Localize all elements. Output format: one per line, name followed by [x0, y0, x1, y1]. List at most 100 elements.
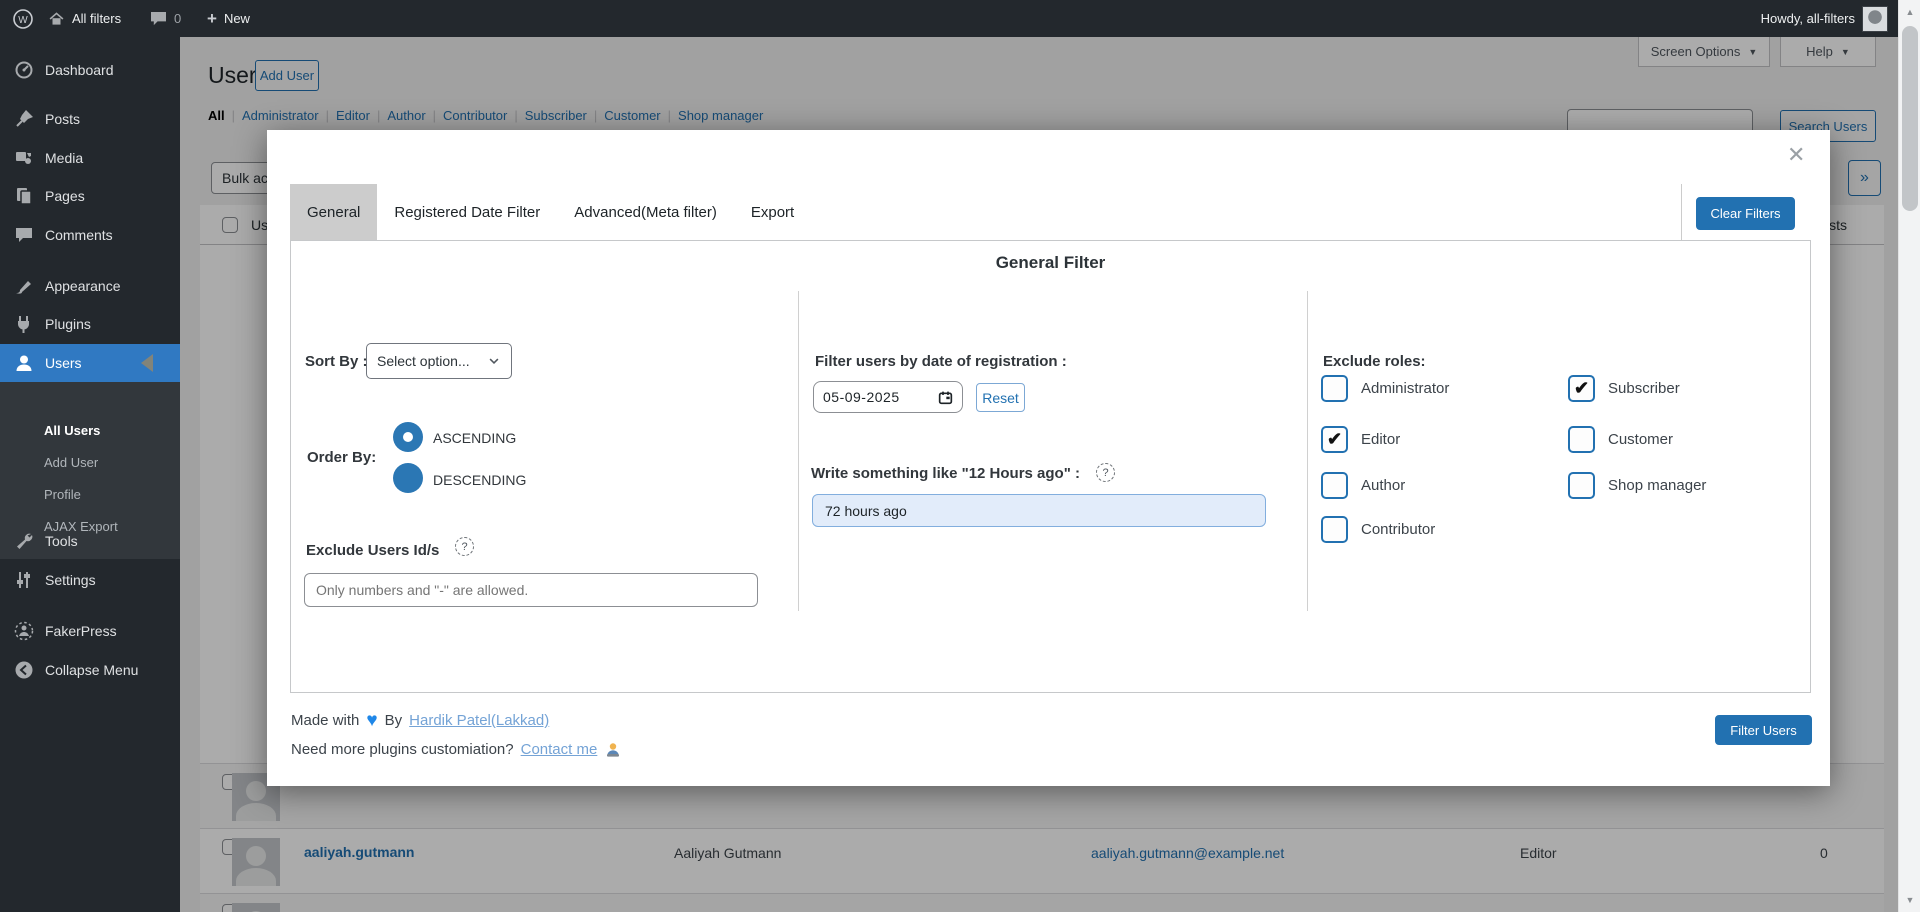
tab-registered-date-filter[interactable]: Registered Date Filter: [377, 184, 557, 240]
need-more-text: Need more plugins customiation?: [291, 741, 514, 758]
sidebar-item-label: Settings: [45, 572, 96, 588]
comment-bubble-icon: [150, 11, 167, 26]
sidebar-item-tools[interactable]: Tools: [0, 522, 180, 560]
svg-text:W: W: [18, 15, 28, 26]
help-question-icon[interactable]: ?: [1096, 463, 1115, 482]
date-value: 05-09-2025: [823, 389, 930, 405]
reset-date-button[interactable]: Reset: [976, 383, 1025, 412]
submenu-label: Add User: [44, 455, 98, 470]
date-filter-label: Filter users by date of registration :: [815, 353, 1067, 370]
sidebar-item-label: Plugins: [45, 316, 91, 332]
tabbar-divider: [1681, 184, 1682, 240]
pin-icon: [14, 109, 34, 129]
sidebar-item-appearance[interactable]: Appearance: [0, 267, 180, 305]
sidebar-item-fakerpress[interactable]: FakerPress: [0, 612, 180, 650]
close-icon[interactable]: ✕: [1787, 144, 1805, 166]
role-checkbox-label: Administrator: [1361, 380, 1449, 397]
new-label: New: [224, 11, 250, 26]
calendar-icon: [938, 390, 953, 405]
role-checkbox-customer[interactable]: [1568, 426, 1595, 453]
technologist-icon: [604, 742, 622, 758]
my-account[interactable]: Howdy, all-filters: [1761, 0, 1888, 37]
filter-users-modal: ✕ General Registered Date Filter Advance…: [267, 130, 1830, 786]
filter-users-button[interactable]: Filter Users: [1715, 715, 1812, 745]
heart-icon: ♥: [366, 711, 377, 730]
screen: Screen Options▼ Help▼ Users Add User All…: [0, 0, 1920, 912]
scrollbar[interactable]: ▲ ▼: [1898, 0, 1920, 912]
role-checkbox-shop-manager[interactable]: [1568, 472, 1595, 499]
role-checkbox-label: Contributor: [1361, 521, 1435, 538]
fakerpress-icon: [14, 621, 34, 641]
sidebar-item-comments[interactable]: Comments: [0, 216, 180, 254]
collapse-arrow-icon: [14, 660, 34, 680]
tab-advanced-meta-filter[interactable]: Advanced(Meta filter): [557, 184, 734, 240]
help-question-icon[interactable]: ?: [455, 537, 474, 556]
sidebar-item-profile[interactable]: Profile: [44, 482, 81, 506]
home-icon: [48, 11, 65, 27]
column-divider: [1307, 291, 1308, 611]
descending-label: DESCENDING: [433, 472, 526, 488]
sidebar-item-label: Posts: [45, 111, 80, 127]
modal-footer-contact: Need more plugins customiation? Contact …: [291, 741, 622, 758]
sidebar-item-label: Comments: [45, 227, 113, 243]
ascending-radio[interactable]: [393, 422, 423, 452]
sort-by-select[interactable]: Select option...: [366, 343, 512, 379]
role-checkbox-contributor[interactable]: [1321, 516, 1348, 543]
sort-by-value: Select option...: [377, 353, 479, 369]
sidebar-item-label: Tools: [45, 533, 78, 549]
role-checkbox-label: Subscriber: [1608, 380, 1680, 397]
site-name-link[interactable]: All filters: [48, 0, 121, 37]
sidebar-item-posts[interactable]: Posts: [0, 100, 180, 138]
pages-icon: [14, 186, 34, 206]
scrollbar-up-button[interactable]: ▲: [1899, 2, 1920, 22]
submenu-label: All Users: [44, 423, 100, 438]
sidebar-item-label: Dashboard: [45, 62, 114, 78]
sidebar-item-users[interactable]: Users: [0, 344, 180, 382]
new-content-button[interactable]: + New: [207, 0, 250, 37]
sidebar-item-label: Collapse Menu: [45, 662, 138, 678]
admin-sidebar: Dashboard Posts Media Pages Comments App…: [0, 37, 180, 912]
registration-date-input[interactable]: 05-09-2025: [813, 381, 963, 413]
clear-filters-button[interactable]: Clear Filters: [1696, 197, 1795, 230]
scrollbar-thumb[interactable]: [1902, 26, 1918, 211]
general-filter-panel: General Filter Sort By : Select option..…: [290, 240, 1811, 693]
scrollbar-down-button[interactable]: ▼: [1899, 890, 1920, 910]
descending-radio[interactable]: [393, 463, 423, 493]
comment-icon: [14, 225, 34, 245]
tab-general[interactable]: General: [290, 184, 377, 240]
sidebar-item-settings[interactable]: Settings: [0, 561, 180, 599]
role-checkbox-label: Author: [1361, 477, 1405, 494]
collapse-menu-button[interactable]: Collapse Menu: [0, 651, 180, 689]
reset-label: Reset: [982, 390, 1019, 406]
order-by-label: Order By:: [307, 449, 376, 466]
tab-export[interactable]: Export: [734, 184, 811, 240]
sidebar-item-media[interactable]: Media: [0, 139, 180, 177]
by-text: By: [385, 712, 403, 729]
admin-bar: W All filters 0 + New Howdy, all-filters: [0, 0, 1920, 37]
ascending-label: ASCENDING: [433, 430, 516, 446]
author-link[interactable]: Hardik Patel(Lakkad): [409, 712, 549, 729]
sidebar-item-add-user[interactable]: Add User: [44, 450, 98, 474]
howdy-label: Howdy, all-filters: [1761, 11, 1855, 26]
sidebar-item-all-users[interactable]: All Users: [44, 418, 100, 442]
sidebar-item-pages[interactable]: Pages: [0, 177, 180, 215]
role-checkbox-administrator[interactable]: [1321, 375, 1348, 402]
comments-indicator[interactable]: 0: [150, 0, 181, 37]
role-checkbox-subscriber[interactable]: ✔: [1568, 375, 1595, 402]
sidebar-item-plugins[interactable]: Plugins: [0, 305, 180, 343]
contact-link[interactable]: Contact me: [521, 741, 598, 758]
sidebar-item-label: FakerPress: [45, 623, 117, 639]
modal-tab-bar: General Registered Date Filter Advanced(…: [290, 184, 811, 240]
role-checkbox-editor[interactable]: ✔: [1321, 426, 1348, 453]
sidebar-item-dashboard[interactable]: Dashboard: [0, 51, 180, 89]
exclude-ids-input[interactable]: [304, 573, 758, 607]
dashboard-icon: [14, 60, 34, 80]
role-checkbox-author[interactable]: [1321, 472, 1348, 499]
wordpress-logo[interactable]: W: [12, 0, 34, 37]
media-icon: [14, 148, 34, 168]
column-divider: [798, 291, 799, 611]
brush-icon: [14, 276, 34, 296]
sidebar-item-label: Pages: [45, 188, 85, 204]
relative-time-input[interactable]: [812, 494, 1266, 527]
site-name-label: All filters: [72, 11, 121, 26]
